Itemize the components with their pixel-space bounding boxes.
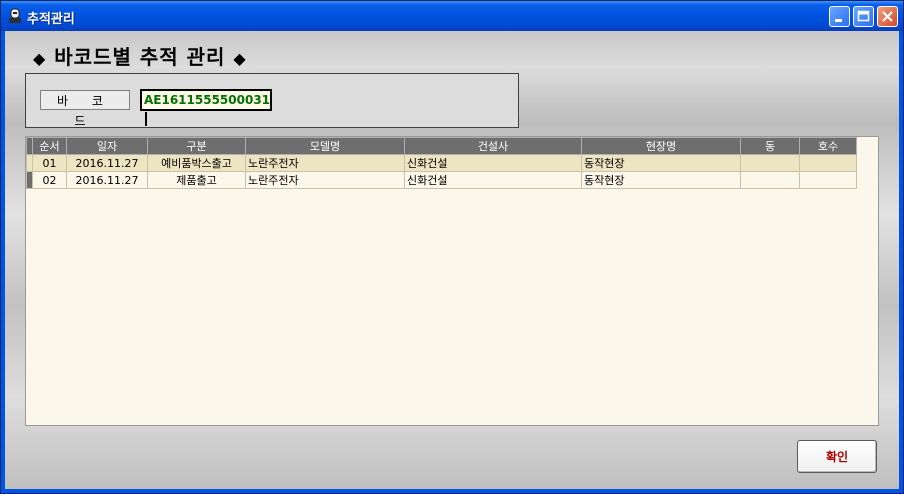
- barcode-input[interactable]: AE1611555500031: [140, 89, 272, 126]
- maximize-button[interactable]: [853, 6, 874, 27]
- column-header[interactable]: 구분: [147, 137, 246, 155]
- table-cell: 노란주전자: [245, 154, 405, 172]
- app-icon: [9, 8, 21, 23]
- column-header[interactable]: 현장명: [581, 137, 741, 155]
- table-cell: 노란주전자: [245, 171, 405, 189]
- table-cell: 동작현장: [581, 171, 741, 189]
- table-row[interactable]: 01 2016.11.27 예비품박스출고 노란주전자 신화건설 동작현장: [26, 154, 857, 172]
- table-cell: 제품출고: [147, 171, 246, 189]
- barcode-label: 바 코 드: [40, 90, 130, 128]
- table-cell: 신화건설: [404, 171, 582, 189]
- table-cell: [799, 171, 857, 189]
- table-cell: [740, 171, 800, 189]
- table-cell: [740, 154, 800, 172]
- dialog-body: ◆ 바코드별 추적 관리 ◆ 바 코 드 AE1611555500031 순서 …: [5, 31, 899, 489]
- column-header[interactable]: 건설사: [404, 137, 582, 155]
- column-header[interactable]: 호수: [799, 137, 857, 155]
- tracking-grid[interactable]: 순서 일자 구분 모델명 건설사 현장명 동 호수 01 2016.11.27: [25, 136, 879, 426]
- table-cell: 예비품박스출고: [147, 154, 246, 172]
- table-row[interactable]: 02 2016.11.27 제품출고 노란주전자 신화건설 동작현장: [26, 171, 857, 189]
- diamond-icon: ◆: [33, 49, 47, 68]
- barcode-value: AE1611555500031: [144, 93, 271, 107]
- minimize-button[interactable]: [829, 6, 850, 27]
- table-cell: 02: [32, 171, 67, 189]
- table-header-row: 순서 일자 구분 모델명 건설사 현장명 동 호수: [26, 137, 857, 155]
- page-title: ◆ 바코드별 추적 관리 ◆: [33, 41, 247, 70]
- table-cell: 2016.11.27: [66, 171, 148, 189]
- table-cell: 신화건설: [404, 154, 582, 172]
- table-cell: 동작현장: [581, 154, 741, 172]
- barcode-panel: 바 코 드 AE1611555500031: [25, 73, 519, 128]
- diamond-icon: ◆: [233, 49, 247, 68]
- table-cell: [799, 154, 857, 172]
- maximize-icon: [857, 10, 870, 22]
- column-header[interactable]: 동: [740, 137, 800, 155]
- main-window: 추적관리 ◆ 바코드별 추적 관리 ◆ 바 코 드 AE161155550003…: [0, 0, 904, 494]
- column-header[interactable]: 일자: [66, 137, 148, 155]
- close-button[interactable]: [877, 6, 898, 27]
- column-header[interactable]: 순서: [32, 137, 67, 155]
- table-cell: 2016.11.27: [66, 154, 148, 172]
- table-cell: 01: [32, 154, 67, 172]
- tracking-table: 순서 일자 구분 모델명 건설사 현장명 동 호수 01 2016.11.27: [26, 137, 857, 189]
- window-title: 추적관리: [27, 12, 75, 27]
- minimize-icon: [835, 19, 842, 22]
- close-icon: [882, 11, 893, 22]
- column-header[interactable]: 모델명: [245, 137, 405, 155]
- title-bar[interactable]: 추적관리: [1, 1, 903, 31]
- text-caret: [145, 111, 147, 126]
- page-title-text: 바코드별 추적 관리: [54, 45, 226, 69]
- ok-button[interactable]: 확인: [797, 440, 877, 473]
